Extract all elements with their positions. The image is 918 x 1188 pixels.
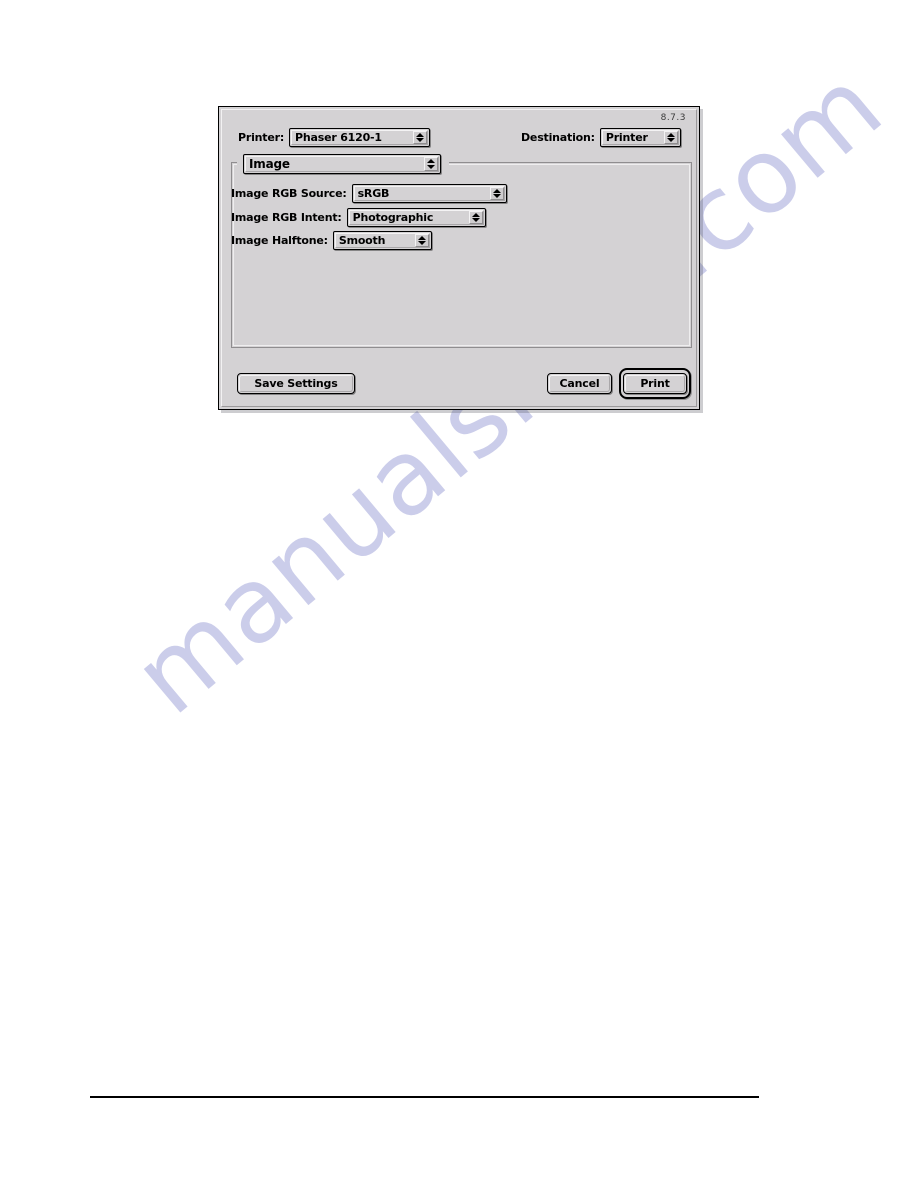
triangle-down-glyph <box>666 138 675 142</box>
pane-selector-wrapper: Image <box>243 154 441 174</box>
destination-label: Destination: <box>521 131 595 144</box>
save-settings-button-label: Save Settings <box>254 377 338 390</box>
image-rgb-source-label: Image RGB Source: <box>231 187 347 200</box>
image-rgb-source-row: Image RGB Source: sRGB <box>231 184 507 203</box>
image-rgb-intent-popup[interactable]: Photographic <box>346 208 486 227</box>
triangle-up-glyph <box>427 159 435 163</box>
print-button-label: Print <box>640 377 670 390</box>
destination-row: Destination: Printer <box>521 128 681 147</box>
chevron-updown-icon <box>663 131 678 144</box>
page-footer-rule <box>90 1096 759 1098</box>
chevron-updown-icon <box>468 211 483 224</box>
pane-selector-popup[interactable]: Image <box>243 154 441 174</box>
destination-popup[interactable]: Printer <box>599 128 681 147</box>
triangle-up-glyph <box>666 133 675 137</box>
triangle-down-glyph <box>416 138 425 142</box>
image-halftone-value: Smooth <box>338 234 386 247</box>
cancel-button-label: Cancel <box>559 377 600 390</box>
chevron-updown-icon <box>489 187 504 200</box>
print-dialog: 8.7.3 Printer: Phaser 6120-1 Destination… <box>218 106 700 410</box>
triangle-up-glyph <box>417 236 426 240</box>
save-settings-button[interactable]: Save Settings <box>237 373 355 394</box>
printer-label: Printer: <box>238 131 285 144</box>
cancel-button[interactable]: Cancel <box>547 373 612 394</box>
chevron-updown-icon <box>413 131 428 144</box>
image-halftone-label: Image Halftone: <box>231 234 328 247</box>
printer-popup[interactable]: Phaser 6120-1 <box>289 128 431 147</box>
printer-row: Printer: Phaser 6120-1 <box>238 128 431 147</box>
destination-popup-value: Printer <box>605 131 648 144</box>
printer-popup-value: Phaser 6120-1 <box>295 131 382 144</box>
chevron-updown-icon <box>414 234 429 247</box>
print-button[interactable]: Print <box>623 373 687 394</box>
image-rgb-intent-value: Photographic <box>352 211 434 224</box>
triangle-up-glyph <box>492 189 501 193</box>
image-rgb-intent-row: Image RGB Intent: Photographic <box>231 208 486 227</box>
chevron-updown-icon <box>424 157 438 171</box>
version-label: 8.7.3 <box>660 113 686 123</box>
image-rgb-source-value: sRGB <box>357 187 390 200</box>
triangle-down-glyph <box>492 194 501 198</box>
image-halftone-row: Image Halftone: Smooth <box>231 231 432 250</box>
dialog-inner-frame: 8.7.3 Printer: Phaser 6120-1 Destination… <box>221 109 697 407</box>
triangle-down-glyph <box>471 218 480 222</box>
triangle-down-glyph <box>417 241 426 245</box>
image-rgb-intent-label: Image RGB Intent: <box>231 211 342 224</box>
image-halftone-popup[interactable]: Smooth <box>332 231 432 250</box>
triangle-down-glyph <box>427 165 435 169</box>
image-rgb-source-popup[interactable]: sRGB <box>351 184 507 203</box>
triangle-up-glyph <box>471 213 480 217</box>
triangle-up-glyph <box>416 133 425 137</box>
pane-selector-value: Image <box>249 157 290 171</box>
